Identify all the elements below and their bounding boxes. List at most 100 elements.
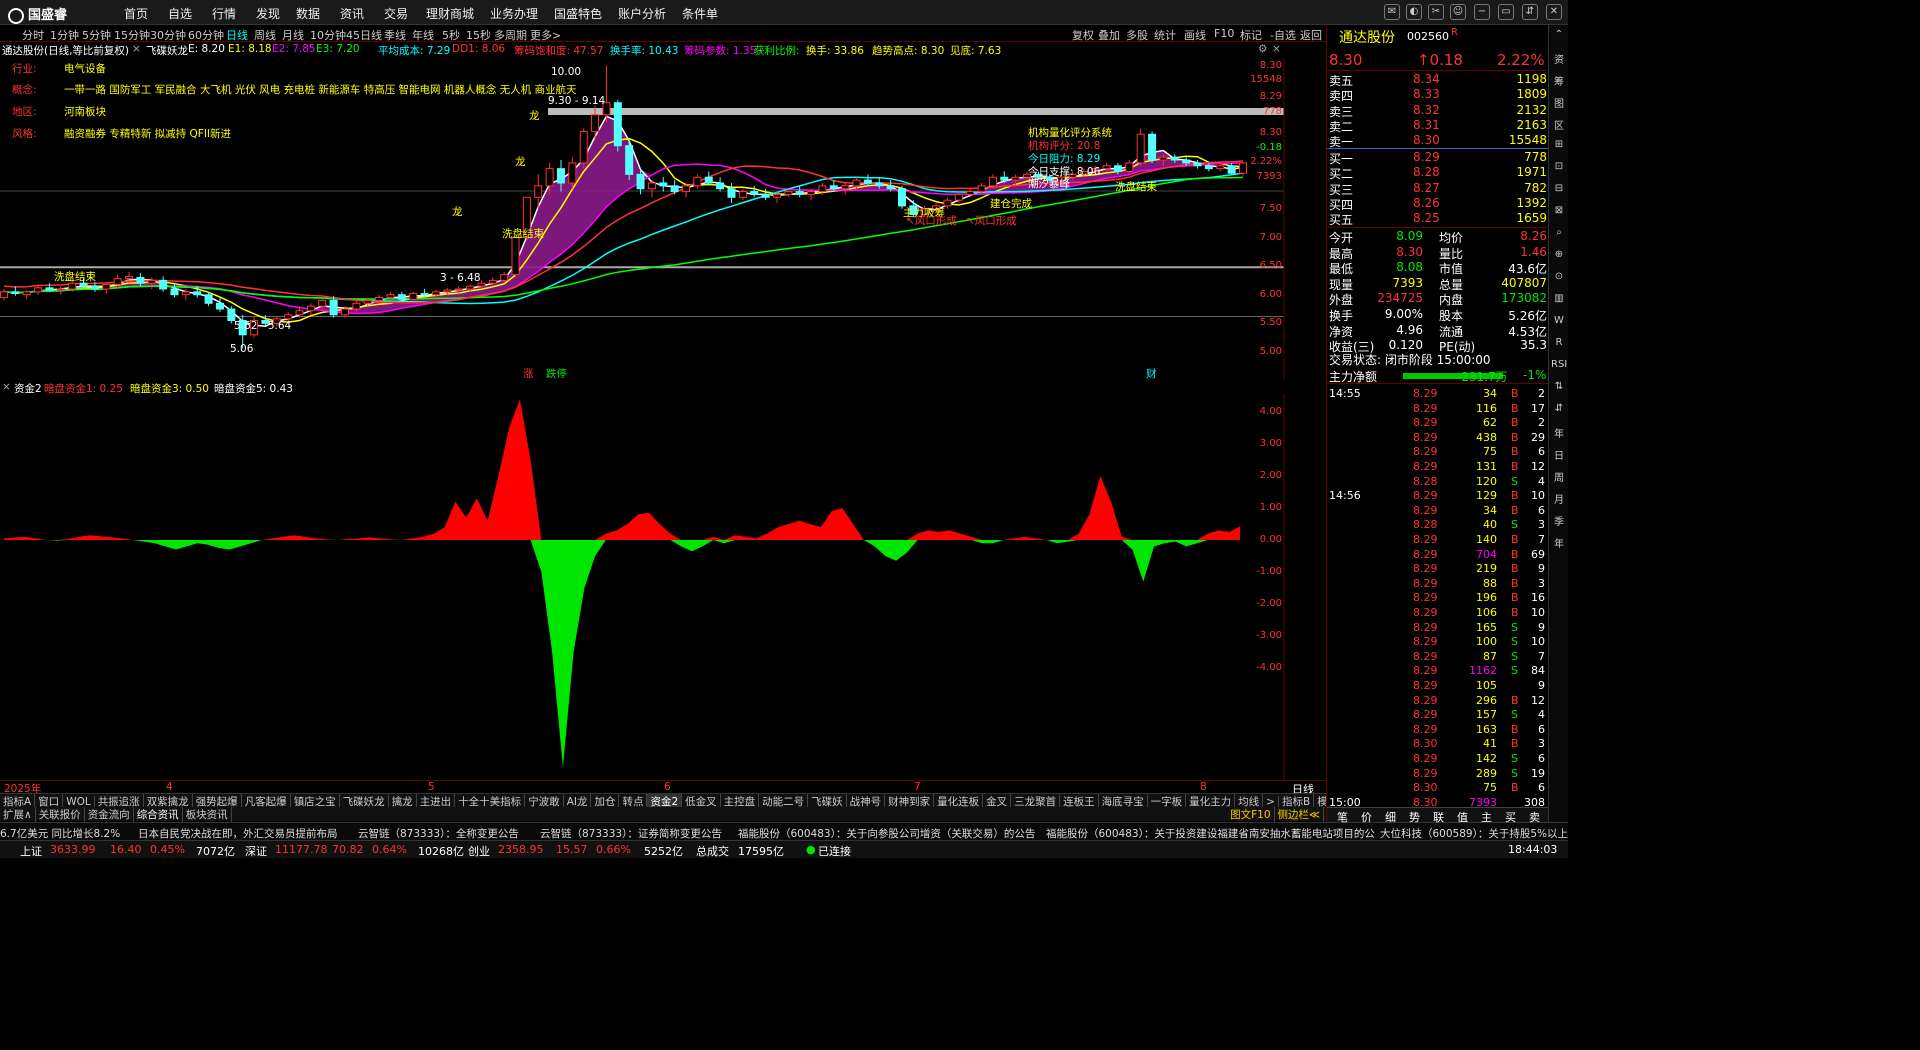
period-tab-11[interactable]: 季线 xyxy=(384,27,406,43)
menu-item-6[interactable]: 交易 xyxy=(384,5,408,22)
period-tab-14[interactable]: 15秒 xyxy=(466,27,491,43)
indicator-name[interactable]: 飞碟妖龙 xyxy=(146,43,188,58)
close-small-icon[interactable]: × xyxy=(132,43,141,55)
sidebar-icon-23[interactable]: 年 xyxy=(1551,535,1567,550)
tool-7[interactable]: -自选 xyxy=(1270,27,1296,43)
bottom-right-tab-1[interactable]: 侧边栏≪ xyxy=(1275,807,1324,822)
indicator-tab-14[interactable]: 加仓 xyxy=(591,794,620,807)
indicator-tab-22[interactable]: 财神到家 xyxy=(885,794,935,807)
indicator-tab-1[interactable]: 窗口 xyxy=(35,794,64,807)
sell-row-4[interactable]: 卖一 8.30 15548 xyxy=(1329,133,1547,149)
menu-item-3[interactable]: 发现 xyxy=(256,5,280,22)
news-item-4[interactable]: 福能股份（600483）：关于向参股公司增资（关联交易）的公告 xyxy=(738,826,1035,840)
period-tab-4[interactable]: 30分钟 xyxy=(150,27,186,43)
sell-row-0[interactable]: 卖五 8.34 1198 xyxy=(1329,72,1547,88)
indicator-tab-15[interactable]: 转点 xyxy=(619,794,648,807)
sidebar-icon-14[interactable]: R xyxy=(1551,337,1567,348)
indicator-tab-7[interactable]: 镇店之宝 xyxy=(291,794,340,807)
sidebar-icon-13[interactable]: W xyxy=(1551,315,1567,326)
indicator-tab-32[interactable]: 指标B xyxy=(1279,794,1315,807)
sidebar-icon-7[interactable]: ⊟ xyxy=(1551,183,1567,194)
quote-tab-6[interactable]: 主 xyxy=(1481,809,1492,825)
menu-item-10[interactable]: 账户分析 xyxy=(618,5,666,22)
quote-tab-8[interactable]: 卖 xyxy=(1529,809,1540,825)
period-tab-9[interactable]: 10分钟 xyxy=(310,27,346,43)
indicator-tab-2[interactable]: WOL xyxy=(63,796,95,807)
close-indicator-icon[interactable]: × xyxy=(1272,43,1281,55)
indicator-tab-24[interactable]: 金叉 xyxy=(983,794,1012,807)
quote-tab-0[interactable]: 笔 xyxy=(1337,809,1348,825)
sidebar-icon-11[interactable]: ⊙ xyxy=(1551,271,1567,282)
period-tab-2[interactable]: 5分钟 xyxy=(82,27,111,43)
bottom-right-tab-0[interactable]: 图文F10 xyxy=(1227,807,1275,822)
news-item-1[interactable]: 日本自民党决战在即，外汇交易员提前布局 xyxy=(138,826,338,840)
quote-tab-4[interactable]: 联 xyxy=(1433,809,1444,825)
bottom-tab-0[interactable]: 扩展∧ xyxy=(0,807,36,822)
quote-tab-7[interactable]: 买 xyxy=(1505,809,1516,825)
news-item-2[interactable]: 云智链（873333）：全称变更公告 xyxy=(358,826,519,840)
close-sub-icon[interactable]: × xyxy=(2,381,11,393)
close-icon[interactable]: ✕ xyxy=(1546,4,1562,20)
period-tab-15[interactable]: 多周期 xyxy=(494,27,527,43)
sidebar-icon-8[interactable]: ⊠ xyxy=(1551,205,1567,216)
indicator-tab-18[interactable]: 主控盘 xyxy=(721,794,760,807)
capital-flow-chart[interactable]: 4.00 3.00 2.00 1.00 0.00 -1.00 -2.00 -3.00 -4.00 xyxy=(0,394,1326,780)
settings-icon[interactable]: ⚙ xyxy=(1258,43,1267,55)
sidebar-icon-19[interactable]: 日 xyxy=(1551,447,1567,462)
period-tab-1[interactable]: 1分钟 xyxy=(50,27,79,43)
menu-item-0[interactable]: 首页 xyxy=(124,5,148,22)
sidebar-icon-1[interactable]: 资 xyxy=(1551,51,1567,66)
indicator-tab-6[interactable]: 凡客起爆 xyxy=(242,794,291,807)
tool-8[interactable]: 返回 xyxy=(1300,27,1322,43)
sell-row-1[interactable]: 卖四 8.33 1809 xyxy=(1329,87,1547,103)
indicator-tab-11[interactable]: 十全十美指标 xyxy=(455,794,526,807)
tool-2[interactable]: 多股 xyxy=(1126,27,1148,43)
indicator-tab-28[interactable]: 一字板 xyxy=(1148,794,1187,807)
indicator-tab-9[interactable]: 擒龙 xyxy=(389,794,417,807)
indicator-tab-17[interactable]: 低金叉 xyxy=(682,794,721,807)
sidebar-icon-3[interactable]: 图 xyxy=(1551,95,1567,110)
minimize-icon[interactable]: − xyxy=(1474,4,1490,20)
period-tab-5[interactable]: 60分钟 xyxy=(188,27,224,43)
sidebar-icon-17[interactable]: ⇵ xyxy=(1551,403,1567,414)
sidebar-icon-18[interactable]: 年 xyxy=(1551,425,1567,440)
tool-5[interactable]: F10 xyxy=(1214,27,1234,40)
indicator-tab-19[interactable]: 动能二号 xyxy=(759,794,809,807)
menu-item-9[interactable]: 国盛特色 xyxy=(554,5,602,22)
sidebar-icon-16[interactable]: ⇅ xyxy=(1551,381,1567,392)
bottom-tab-1[interactable]: 关联报价 xyxy=(36,807,85,822)
pin-icon[interactable]: ⇵ xyxy=(1522,4,1538,20)
menu-item-4[interactable]: 数据 xyxy=(296,5,320,22)
indicator-tab-33[interactable]: 模 xyxy=(1314,794,1326,807)
menu-item-5[interactable]: 资讯 xyxy=(340,5,364,22)
indicator-tab-27[interactable]: 海底寻宝 xyxy=(1099,794,1148,807)
period-tab-3[interactable]: 15分钟 xyxy=(114,27,150,43)
indicator-tab-20[interactable]: 飞碟妖 xyxy=(808,794,847,807)
indicator-tab-16[interactable]: 资金2 xyxy=(647,794,683,807)
stock-title[interactable]: 通达股份(日线,等比前复权) xyxy=(2,43,129,58)
indicator-tab-12[interactable]: 宁波敢 xyxy=(525,794,564,807)
sell-row-2[interactable]: 卖三 8.32 2132 xyxy=(1329,103,1547,119)
menu-item-2[interactable]: 行情 xyxy=(212,5,236,22)
tool-0[interactable]: 复权 xyxy=(1072,27,1094,43)
sidebar-icon-5[interactable]: ⊞ xyxy=(1551,139,1567,150)
tool-6[interactable]: 标记 xyxy=(1240,27,1262,43)
period-tab-8[interactable]: 月线 xyxy=(282,27,304,43)
indicator-tab-13[interactable]: AI龙 xyxy=(564,794,592,807)
news-item-6[interactable]: 大位科技（600589）：关于持股5%以上 xyxy=(1380,826,1568,840)
menu-item-8[interactable]: 业务办理 xyxy=(490,5,538,22)
sell-row-3[interactable]: 卖二 8.31 2163 xyxy=(1329,118,1547,134)
sidebar-icon-21[interactable]: 月 xyxy=(1551,491,1567,506)
quote-tab-2[interactable]: 细 xyxy=(1385,809,1396,825)
indicator-tab-3[interactable]: 共振追涨 xyxy=(95,794,144,807)
sidebar-icon-2[interactable]: 筹 xyxy=(1551,73,1567,88)
tool-4[interactable]: 画线 xyxy=(1184,27,1206,43)
app-logo[interactable]: 国盛睿 xyxy=(8,4,67,24)
sidebar-icon-9[interactable]: ⌕ xyxy=(1551,227,1567,238)
candlestick-chart[interactable]: 行业: 电气设备 概念: 一带一路 国防军工 军民融合 大飞机 光伏 风电 充电… xyxy=(0,58,1326,380)
period-tab-6[interactable]: 日线 xyxy=(226,27,248,43)
indicator-tab-21[interactable]: 战神号 xyxy=(847,794,886,807)
news-item-0[interactable]: 6.7亿美元 同比增长8.2% xyxy=(0,826,120,840)
sidebar-icon-10[interactable]: ⊕ xyxy=(1551,249,1567,260)
indicator-tab-5[interactable]: 强势起爆 xyxy=(193,794,242,807)
